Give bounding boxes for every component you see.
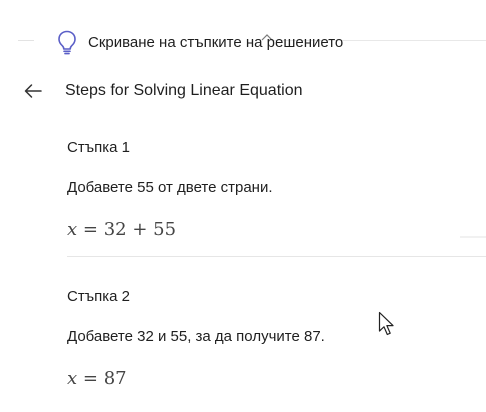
- equation-variable: x: [67, 368, 78, 389]
- back-button[interactable]: [20, 78, 46, 104]
- lightbulb-icon: [58, 30, 76, 55]
- equation-rhs: = 87: [82, 368, 127, 389]
- step-2-description: Добавете 32 и 55, за да получите 87.: [67, 328, 325, 345]
- step-2-equation: x = 87: [67, 368, 127, 389]
- steps-header: Steps for Solving Linear Equation: [20, 78, 302, 104]
- faint-divider: [460, 236, 486, 238]
- step-1-title: Стъпка 1: [67, 139, 130, 156]
- step-divider: [67, 256, 486, 257]
- equation-rhs: = 32 + 55: [82, 219, 177, 240]
- hide-steps-label: Скриване на стъпките на решението: [88, 33, 344, 51]
- step-1-equation: x = 32 + 55: [67, 219, 176, 240]
- arrow-left-icon: [24, 84, 42, 98]
- step-1-description: Добавете 55 от двете страни.: [67, 179, 273, 196]
- top-divider-left: [18, 40, 34, 41]
- hide-steps-button[interactable]: Скриване на стъпките на решението: [56, 27, 343, 57]
- mouse-cursor-icon: [378, 311, 394, 336]
- step-2-title: Стъпка 2: [67, 288, 130, 305]
- equation-variable: x: [67, 219, 78, 240]
- page-title: Steps for Solving Linear Equation: [65, 82, 303, 99]
